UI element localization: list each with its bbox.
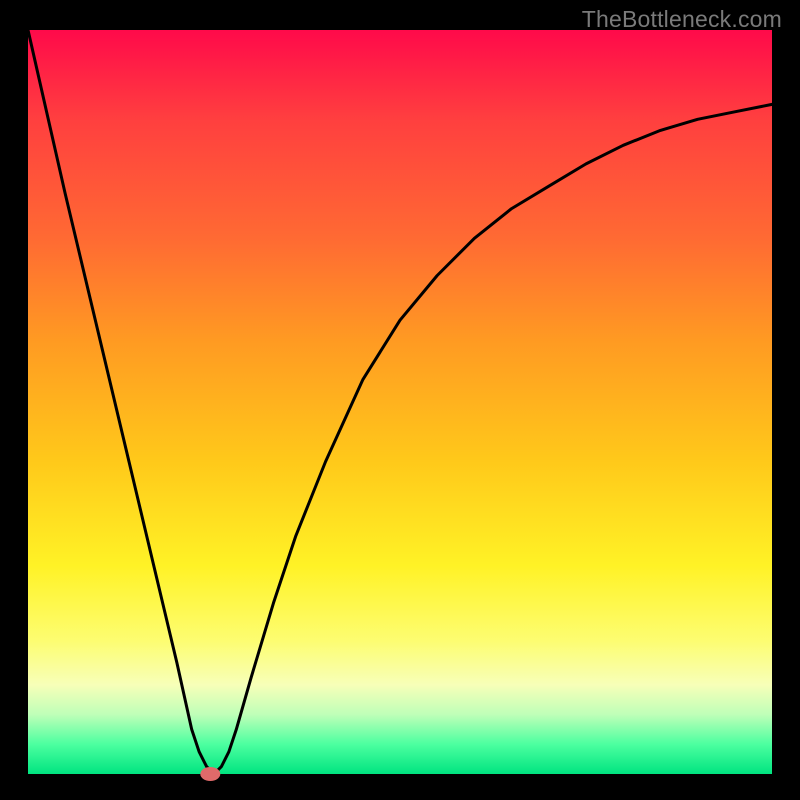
watermark-label: TheBottleneck.com xyxy=(582,6,782,33)
optimal-point-marker xyxy=(200,767,220,781)
chart-svg xyxy=(28,30,772,774)
bottleneck-curve xyxy=(28,30,772,774)
chart-area xyxy=(28,30,772,774)
